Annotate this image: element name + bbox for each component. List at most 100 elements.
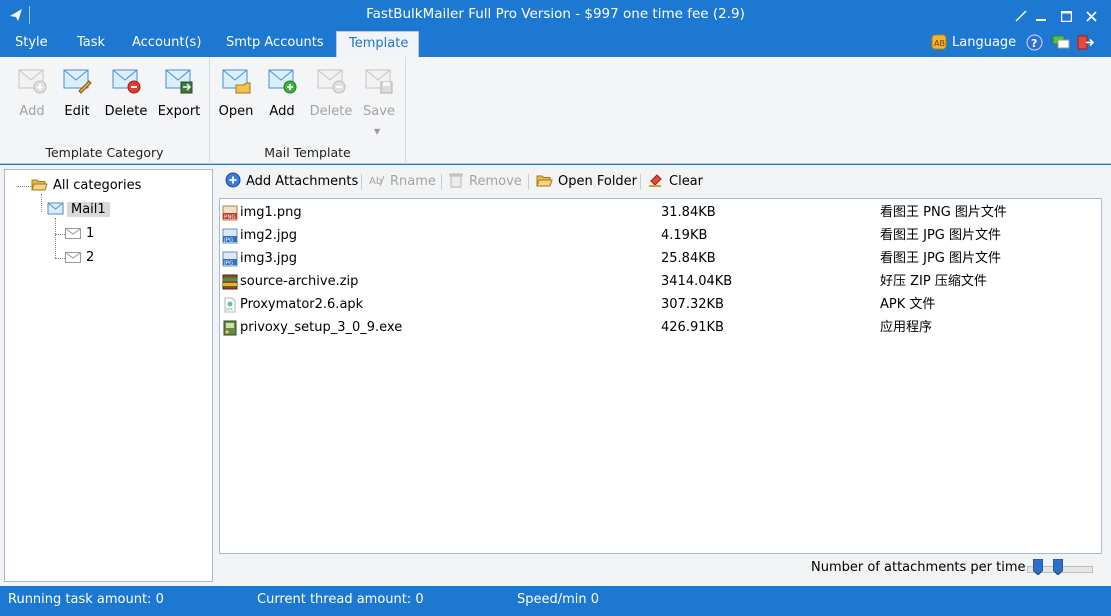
clear-button[interactable]: Clear (648, 172, 703, 192)
file-type: 看图王 PNG 图片文件 (880, 205, 1007, 220)
apk-file-icon: APK (224, 297, 236, 313)
tree-item-label: 2 (86, 250, 95, 265)
mail-template-label: Mail Template (264, 145, 351, 160)
file-type: 应用程序 (880, 320, 933, 335)
language-label[interactable]: Language (952, 35, 1016, 50)
envelope-open-icon (222, 69, 251, 94)
template-category-group: Add Edit Delete Export Template Category (0, 57, 210, 164)
category-edit-label: Edit (64, 104, 90, 119)
file-name: img2.jpg (240, 228, 298, 243)
category-export-button[interactable]: Export (154, 65, 204, 119)
file-name: privoxy_setup_3_0_9.exe (240, 320, 403, 335)
speed-status: Speed/min 0 (517, 592, 600, 607)
rename-label: Rname (390, 174, 436, 189)
tree-line (55, 258, 65, 259)
chat-icon[interactable] (1052, 34, 1070, 51)
category-edit-button[interactable]: Edit (52, 65, 102, 119)
header-tools: AB Language ? (931, 33, 1111, 55)
remove-button[interactable]: Remove (449, 172, 522, 192)
svg-text:JPG: JPG (223, 238, 233, 244)
mail-icon (65, 252, 81, 263)
slider-thumb-min[interactable] (1033, 559, 1043, 575)
png-file-icon: PNG (222, 205, 238, 221)
slider-thumb-max[interactable] (1053, 559, 1063, 575)
template-add-label: Add (269, 104, 295, 119)
envelope-add-icon (18, 69, 47, 94)
tree-line (17, 186, 31, 187)
folder-icon (536, 175, 553, 187)
tree-item-mail1[interactable]: Mail1 (47, 200, 110, 220)
envelope-add-green-icon (268, 69, 297, 94)
file-size: 4.19KB (661, 228, 708, 243)
attachment-list[interactable]: PNG img1.png 31.84KB 看图王 PNG 图片文件 JPG im… (219, 198, 1102, 554)
svg-text:AB: AB (934, 39, 945, 48)
rename-button[interactable]: Ab Rname (369, 172, 436, 192)
template-open-button[interactable]: Open (211, 65, 261, 119)
tree-item-1[interactable]: 1 (65, 224, 94, 244)
language-icon[interactable]: AB (931, 34, 947, 50)
exit-icon[interactable] (1077, 34, 1094, 51)
list-item[interactable]: APK Proxymator2.6.apk 307.32KB APK 文件 (220, 294, 1101, 316)
add-attachments-button[interactable]: Add Attachments (225, 172, 358, 192)
category-delete-button[interactable]: Delete (101, 65, 151, 119)
file-name: source-archive.zip (240, 274, 359, 289)
attachments-pane: Add Attachments Ab Rname Remove Open Fol… (215, 169, 1107, 582)
file-size: 426.91KB (661, 320, 724, 335)
open-folder-label: Open Folder (558, 174, 638, 189)
tab-template[interactable]: Template (336, 31, 419, 57)
template-category-label: Template Category (45, 145, 164, 160)
add-circle-icon (225, 172, 241, 188)
file-size: 25.84KB (661, 251, 716, 266)
category-delete-label: Delete (104, 104, 148, 119)
thread-amount-status: Current thread amount: 0 (257, 592, 424, 607)
envelope-icon (47, 202, 64, 215)
template-open-label: Open (218, 104, 254, 119)
title-bar: FastBulkMailer Full Pro Version - $997 o… (0, 0, 1111, 31)
template-save-label: Save (363, 104, 395, 119)
tab-task[interactable]: Task (65, 31, 117, 57)
file-name: img3.jpg (240, 251, 298, 266)
list-item[interactable]: JPG img3.jpg 25.84KB 看图王 JPG 图片文件 (220, 248, 1101, 270)
list-item[interactable]: PNG img1.png 31.84KB 看图王 PNG 图片文件 (220, 202, 1101, 224)
toolbar-separator (640, 174, 641, 190)
mail-template-group: Open Add Delete Save Mail Template (210, 57, 406, 164)
tree-root-label: All categories (53, 178, 142, 193)
tab-accounts[interactable]: Account(s) (120, 31, 213, 57)
jpg-file-icon: JPG (222, 251, 238, 267)
category-add-button[interactable]: Add (7, 65, 57, 119)
template-delete-button[interactable]: Delete (306, 65, 356, 119)
svg-text:?: ? (1031, 37, 1037, 50)
list-item[interactable]: source-archive.zip 3414.04KB 好压 ZIP 压缩文件 (220, 271, 1101, 293)
category-tree: All categories Mail1 1 2 (4, 169, 213, 582)
list-item[interactable]: JPG img2.jpg 4.19KB 看图王 JPG 图片文件 (220, 225, 1101, 247)
tree-line (55, 234, 65, 235)
pin-icon[interactable] (1011, 6, 1031, 26)
tab-smtp-accounts[interactable]: Smtp Accounts (214, 31, 336, 57)
trash-icon (449, 173, 463, 188)
minimize-button[interactable] (1031, 6, 1051, 26)
tree-category-label: Mail1 (67, 202, 110, 217)
template-add-button[interactable]: Add (257, 65, 307, 119)
running-task-status: Running task amount: 0 (8, 592, 164, 607)
mail-icon (65, 228, 81, 239)
toolbar-separator (441, 174, 442, 190)
list-item[interactable]: privoxy_setup_3_0_9.exe 426.91KB 应用程序 (220, 317, 1101, 339)
add-attachments-label: Add Attachments (246, 174, 359, 189)
save-dropdown-caret-icon[interactable]: ▼ (374, 127, 380, 136)
eraser-icon (649, 174, 662, 187)
tree-line (41, 194, 42, 212)
open-folder-button[interactable]: Open Folder (536, 172, 637, 192)
close-button[interactable] (1081, 6, 1101, 26)
envelope-delete-icon (112, 69, 141, 94)
attachments-toolbar: Add Attachments Ab Rname Remove Open Fol… (215, 169, 1107, 195)
maximize-button[interactable] (1056, 6, 1076, 26)
tab-style[interactable]: Style (3, 31, 60, 57)
file-size: 307.32KB (661, 297, 724, 312)
tree-item-all-categories[interactable]: All categories (31, 176, 141, 196)
envelope-delete-disabled-icon (317, 69, 346, 94)
file-size: 31.84KB (661, 205, 716, 220)
help-icon[interactable]: ? (1026, 34, 1043, 51)
template-save-button[interactable]: Save (354, 65, 404, 119)
attachments-per-time-label: Number of attachments per time (811, 560, 1026, 575)
tree-item-2[interactable]: 2 (65, 248, 94, 268)
